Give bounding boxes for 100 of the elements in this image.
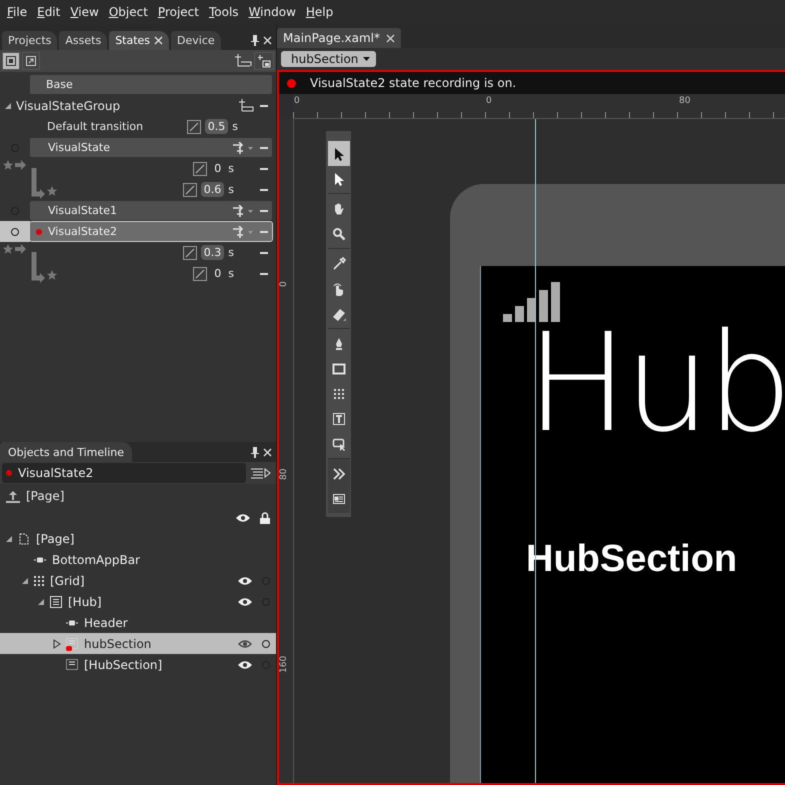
expanded-icon[interactable] — [5, 534, 13, 542]
lock-toggle[interactable] — [262, 640, 270, 648]
storyboard-field[interactable]: VisualState2 — [2, 463, 246, 483]
state-row[interactable]: VisualState — [30, 138, 272, 157]
eyedropper-icon — [330, 256, 346, 272]
scope-up-icon[interactable] — [6, 490, 20, 502]
unit-label: s — [228, 162, 234, 175]
close-icon[interactable] — [263, 36, 272, 45]
easing-icon[interactable] — [182, 182, 197, 196]
duration-field[interactable]: 0 — [211, 161, 224, 176]
ruler-label: 0 — [279, 281, 289, 287]
duration-field[interactable]: 0 — [211, 266, 224, 281]
arrow-box-icon — [25, 55, 37, 67]
grid-icon — [34, 576, 44, 586]
duration-field[interactable]: 0.3 — [200, 245, 224, 260]
add-transition-icon[interactable] — [232, 226, 254, 238]
base-state[interactable]: Base — [30, 75, 272, 94]
unit-label: s — [228, 183, 234, 196]
menu-item[interactable]: Tools — [204, 5, 244, 19]
ruler-label: 80 — [279, 468, 289, 480]
pin-icon[interactable] — [251, 446, 259, 458]
add-group-icon[interactable] — [234, 54, 252, 68]
ruler-label: 80 — [679, 96, 690, 106]
unit-label: s — [228, 267, 234, 280]
duration-field[interactable]: 0.6 — [200, 182, 224, 197]
tree-label: BottomAppBar — [52, 552, 140, 566]
tree-item[interactable]: [Page] — [0, 528, 276, 549]
recording-message: VisualState2 state recording is on. — [310, 76, 516, 90]
tree-item[interactable]: [Grid] — [0, 570, 276, 591]
add-transition-icon[interactable] — [232, 204, 254, 216]
rectangle-icon — [330, 360, 346, 376]
text-icon — [330, 410, 346, 426]
transition-view-button[interactable] — [22, 52, 40, 70]
add-state-button[interactable] — [254, 52, 274, 70]
tree-label: [HubSection] — [84, 658, 162, 672]
panel-tab[interactable]: Projects — [2, 31, 58, 50]
expanded-icon[interactable] — [37, 598, 45, 606]
easing-icon[interactable] — [193, 266, 208, 280]
square-icon — [5, 55, 17, 67]
menu-item[interactable]: Edit — [32, 5, 66, 19]
tool-button[interactable] — [328, 141, 350, 166]
add-box-icon — [257, 54, 271, 68]
zoom-icon — [330, 226, 346, 242]
chevrons-icon — [330, 466, 346, 482]
menu-item[interactable]: Window — [244, 5, 301, 19]
panel-tab[interactable]: Assets — [59, 31, 108, 50]
tree-item[interactable]: [HubSection] — [0, 654, 276, 675]
tree-item[interactable]: [Hub] — [0, 591, 276, 612]
ruler-label: 0 — [294, 96, 300, 106]
duration-field[interactable]: 0.5 — [204, 119, 228, 134]
control-icon — [34, 556, 46, 564]
tree-label: [Hub] — [68, 594, 102, 608]
section-icon — [66, 659, 78, 670]
menu-item[interactable]: Help — [300, 5, 338, 19]
add-transition-icon[interactable] — [232, 142, 254, 154]
pin-icon[interactable] — [251, 35, 259, 46]
document-tab[interactable]: MainPage.xaml* — [277, 28, 401, 48]
close-icon[interactable] — [386, 34, 395, 42]
tree-label: [Page] — [36, 532, 74, 546]
unit-label: s — [232, 120, 238, 133]
close-icon[interactable] — [154, 36, 164, 45]
tree-label: [Grid] — [50, 574, 85, 588]
section-icon — [66, 638, 78, 649]
control-icon — [66, 618, 78, 626]
state-row[interactable]: VisualState1 — [30, 201, 272, 220]
ruler-label: 160 — [279, 656, 289, 673]
tree-label: hubSection — [84, 636, 152, 650]
page-icon — [18, 532, 30, 544]
timeline-icon[interactable] — [250, 467, 272, 479]
easing-icon[interactable] — [182, 246, 197, 260]
visibility-column-icon[interactable] — [236, 513, 250, 523]
easing-icon[interactable] — [186, 120, 201, 134]
tree-item[interactable]: hubSection — [0, 633, 276, 654]
menu-item[interactable]: Object — [104, 5, 153, 19]
panel-tab[interactable]: States — [109, 31, 170, 50]
easing-icon[interactable] — [193, 162, 208, 176]
group-name: VisualStateGroup — [16, 98, 120, 112]
state-row[interactable]: VisualState2 — [30, 222, 272, 241]
menu-item[interactable]: Project — [152, 5, 204, 19]
close-icon[interactable] — [263, 448, 272, 456]
signal-bars-icon — [503, 282, 561, 322]
state-view-button[interactable] — [2, 52, 20, 70]
tree-item[interactable]: BottomAppBar — [0, 549, 276, 570]
panel-tab[interactable]: Device — [171, 31, 221, 50]
tree-label: Header — [84, 616, 128, 630]
state-indicator[interactable] — [11, 228, 19, 236]
expanded-icon[interactable] — [4, 102, 12, 110]
add-state-icon[interactable] — [238, 99, 254, 112]
eye-icon[interactable] — [238, 638, 252, 648]
breadcrumb-button[interactable]: hubSection — [281, 51, 376, 67]
collapsed-icon[interactable] — [53, 638, 61, 648]
menu-item[interactable]: View — [65, 5, 104, 19]
scope-label: [Page] — [26, 489, 64, 503]
panel-title: Objects and Timeline — [0, 442, 132, 462]
tree-item[interactable]: Header — [0, 612, 276, 633]
hub-header: Hub — [526, 316, 785, 452]
expanded-icon[interactable] — [21, 576, 29, 584]
lock-icon[interactable] — [260, 512, 270, 524]
menu-item[interactable]: File — [2, 5, 32, 19]
storyboard-name: VisualState2 — [18, 466, 94, 480]
